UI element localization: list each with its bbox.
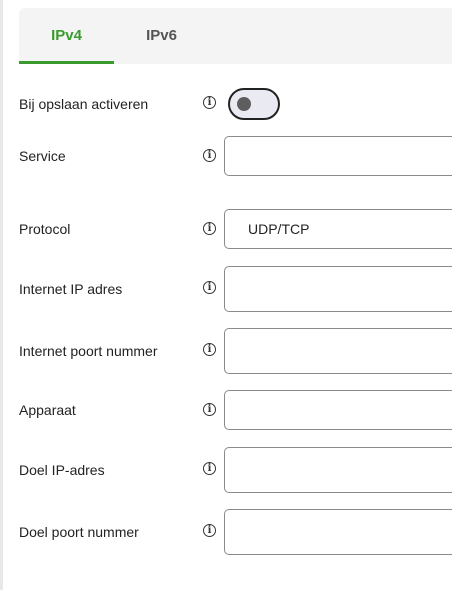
service-input[interactable] <box>224 136 452 176</box>
info-icon[interactable]: i <box>203 96 216 109</box>
info-icon[interactable]: i <box>203 149 216 162</box>
target-ip-label: Doel IP-adres <box>19 462 105 478</box>
device-input[interactable] <box>224 390 452 430</box>
target-port-input[interactable] <box>224 509 452 555</box>
internet-ip-input[interactable] <box>224 266 452 312</box>
tab-ipv4[interactable]: IPv4 <box>19 8 114 64</box>
info-icon[interactable]: i <box>203 403 216 416</box>
tab-bar: IPv4 IPv6 <box>19 8 452 64</box>
device-label: Apparaat <box>19 402 76 418</box>
toggle-knob <box>237 97 251 111</box>
left-border <box>0 0 3 590</box>
tab-ipv6[interactable]: IPv6 <box>114 8 209 64</box>
internet-ip-label: Internet IP adres <box>19 281 123 297</box>
info-icon[interactable]: i <box>203 281 216 294</box>
protocol-select[interactable]: UDP/TCP <box>224 209 452 249</box>
target-port-label: Doel poort nummer <box>19 524 139 540</box>
enable-on-save-label: Bij opslaan activeren <box>19 96 149 112</box>
service-label: Service <box>19 148 66 164</box>
protocol-label: Protocol <box>19 221 71 237</box>
target-ip-input[interactable] <box>224 447 452 493</box>
info-icon[interactable]: i <box>203 222 216 235</box>
enable-on-save-toggle[interactable] <box>228 88 280 120</box>
port-forwarding-form: IPv4 IPv6 Bij opslaan activeren i Servic… <box>0 0 452 590</box>
internet-port-label: Internet poort nummer <box>19 343 158 359</box>
info-icon[interactable]: i <box>203 524 216 537</box>
internet-port-input[interactable] <box>224 328 452 374</box>
info-icon[interactable]: i <box>203 462 216 475</box>
info-icon[interactable]: i <box>203 343 216 356</box>
